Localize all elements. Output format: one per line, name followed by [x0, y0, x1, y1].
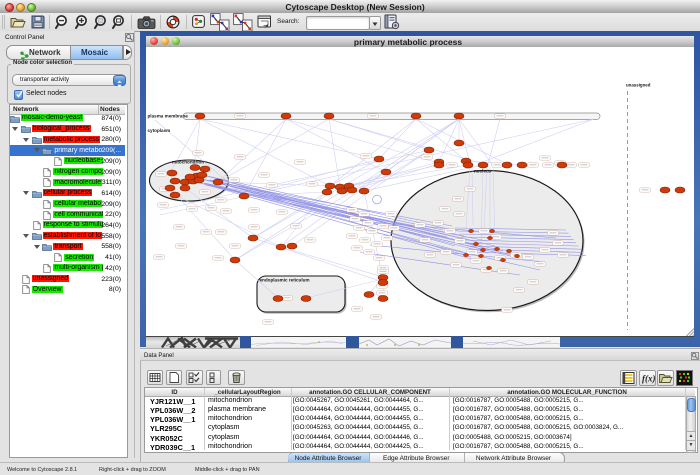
svg-text:plasma membrane: plasma membrane	[148, 114, 189, 119]
svg-text:f(x): f(x)	[642, 373, 655, 383]
svg-text:unassigned: unassigned	[626, 83, 651, 88]
svg-text:endoplasmic reticulum: endoplasmic reticulum	[260, 278, 310, 283]
svg-text:cytoplasm: cytoplasm	[148, 128, 171, 133]
svg-text:nucleus: nucleus	[474, 169, 492, 174]
svg-text:mitochondrion: mitochondrion	[172, 160, 204, 165]
